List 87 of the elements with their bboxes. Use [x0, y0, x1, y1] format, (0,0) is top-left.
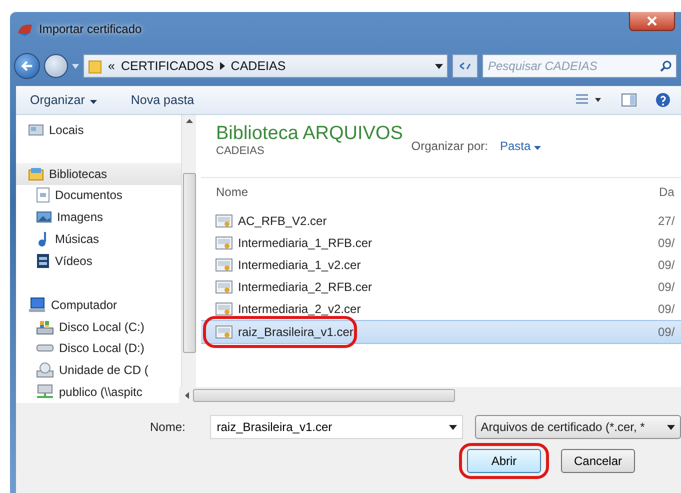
date-cell: 09/ — [658, 325, 675, 339]
caret-icon — [534, 146, 541, 150]
dropdown-caret-icon — [448, 425, 457, 430]
network-drive-icon — [36, 384, 54, 400]
preview-pane-icon[interactable] — [621, 93, 637, 107]
drive-icon — [36, 318, 54, 335]
breadcrumb-overflow[interactable]: « — [108, 59, 115, 73]
cd-drive-icon — [36, 362, 54, 378]
film-icon — [36, 252, 50, 269]
horizontal-scrollbar[interactable] — [179, 387, 681, 403]
date-cell: 09/ — [658, 258, 675, 272]
breadcrumb[interactable]: CADEIAS — [230, 59, 286, 73]
sidebar-item[interactable]: Vídeos — [16, 250, 181, 272]
file-name-label: Nome: — [150, 420, 186, 434]
file-row[interactable]: Intermediaria_2_RFB.cer 09/ — [201, 276, 681, 298]
refresh-button[interactable] — [452, 54, 478, 78]
document-icon — [36, 187, 50, 204]
certificate-file-icon — [215, 325, 233, 339]
caret-icon — [90, 100, 97, 104]
library-title: Biblioteca ARQUIVOS — [216, 123, 403, 145]
file-name: Intermediaria_2_RFB.cer — [238, 280, 372, 294]
library-subtitle: CADEIAS — [216, 145, 266, 157]
sidebar-item[interactable]: Locais — [16, 119, 181, 141]
file-row[interactable]: Intermediaria_1_RFB.cer 09/ — [201, 232, 681, 254]
open-button[interactable]: Abrir — [467, 449, 541, 473]
file-name: Intermediaria_1_RFB.cer — [238, 236, 372, 250]
scroll-left-icon[interactable] — [185, 392, 189, 398]
refresh-icon — [458, 61, 472, 71]
arrange-label: Organizar por: — [411, 139, 488, 153]
forward-button[interactable] — [44, 54, 68, 78]
date-cell: 09/ — [658, 280, 675, 294]
library-folder-icon — [28, 166, 44, 182]
file-name: Intermediaria_1_v2.cer — [238, 258, 361, 272]
certificate-file-icon — [215, 280, 233, 294]
certificate-file-icon — [215, 258, 233, 272]
places-icon — [28, 122, 44, 138]
sidebar-item[interactable]: Unidade de CD ( — [16, 359, 181, 382]
file-type-dropdown[interactable]: Arquivos de certificado (*.cer, * — [474, 415, 681, 439]
certificate-file-icon — [215, 302, 233, 316]
toolbar-button[interactable]: Nova pasta — [126, 91, 198, 109]
cancel-button[interactable]: Cancelar — [561, 449, 635, 473]
window-title: Importar certificado — [39, 22, 142, 36]
sidebar-item[interactable]: Disco Local (D:) — [16, 337, 181, 360]
image-icon — [36, 210, 52, 224]
date-cell: 09/ — [658, 302, 675, 316]
search-icon — [660, 60, 672, 72]
sidebar-item[interactable]: Disco Local (C:) — [16, 316, 181, 338]
file-row[interactable]: Intermediaria_1_v2.cer 09/ — [201, 254, 681, 276]
file-name: Intermediaria_2_v2.cer — [238, 302, 361, 316]
scroll-up-icon[interactable] — [186, 119, 192, 123]
column-header[interactable]: Da — [659, 185, 674, 199]
breadcrumb[interactable]: CERTIFICADOS — [120, 59, 214, 73]
certificate-file-icon — [215, 236, 233, 250]
search-field[interactable]: Pesquisar CADEIAS — [482, 54, 677, 78]
view-menu-icon[interactable] — [575, 93, 603, 107]
sidebar-item[interactable]: Músicas — [16, 228, 181, 250]
sidebar-item[interactable]: Imagens — [16, 206, 181, 228]
address-bar[interactable]: « CERTIFICADOS CADEIAS — [83, 54, 448, 78]
certificate-file-icon — [215, 214, 233, 228]
close-button[interactable] — [629, 12, 675, 31]
sidebar-item[interactable]: Bibliotecas — [16, 162, 181, 185]
scroll-thumb[interactable] — [193, 388, 455, 402]
menu-button[interactable]: Organizar — [26, 91, 101, 109]
sidebar-item[interactable]: Computador — [16, 294, 181, 316]
file-name: raiz_Brasileira_v1.cer — [238, 325, 354, 339]
history-caret-icon[interactable] — [72, 64, 79, 68]
back-arrow-icon — [21, 60, 33, 72]
dropdown-caret-icon — [667, 424, 675, 430]
help-icon[interactable] — [655, 92, 671, 108]
file-name-field[interactable]: raiz_Brasileira_v1.cer — [210, 415, 463, 439]
file-name: AC_RFB_V2.cer — [238, 214, 327, 228]
computer-icon — [28, 296, 46, 313]
drive-icon — [36, 344, 54, 352]
back-button[interactable] — [14, 53, 40, 79]
dropdown-caret-icon — [435, 64, 443, 69]
sidebar-item[interactable]: Documentos — [16, 184, 181, 206]
column-header[interactable]: Nome — [216, 185, 659, 199]
file-row[interactable]: AC_RFB_V2.cer 27/ — [201, 210, 681, 232]
date-cell: 09/ — [658, 236, 675, 250]
close-icon — [647, 16, 657, 26]
date-cell: 27/ — [658, 214, 675, 228]
chevron-icon — [220, 62, 225, 70]
scroll-thumb[interactable] — [182, 173, 196, 353]
arrange-dropdown[interactable]: Pasta — [500, 139, 541, 153]
file-row[interactable]: Intermediaria_2_v2.cer 09/ — [201, 298, 681, 320]
sidebar-item[interactable]: publico (\\aspitc — [16, 381, 181, 403]
folder-icon — [88, 58, 102, 74]
